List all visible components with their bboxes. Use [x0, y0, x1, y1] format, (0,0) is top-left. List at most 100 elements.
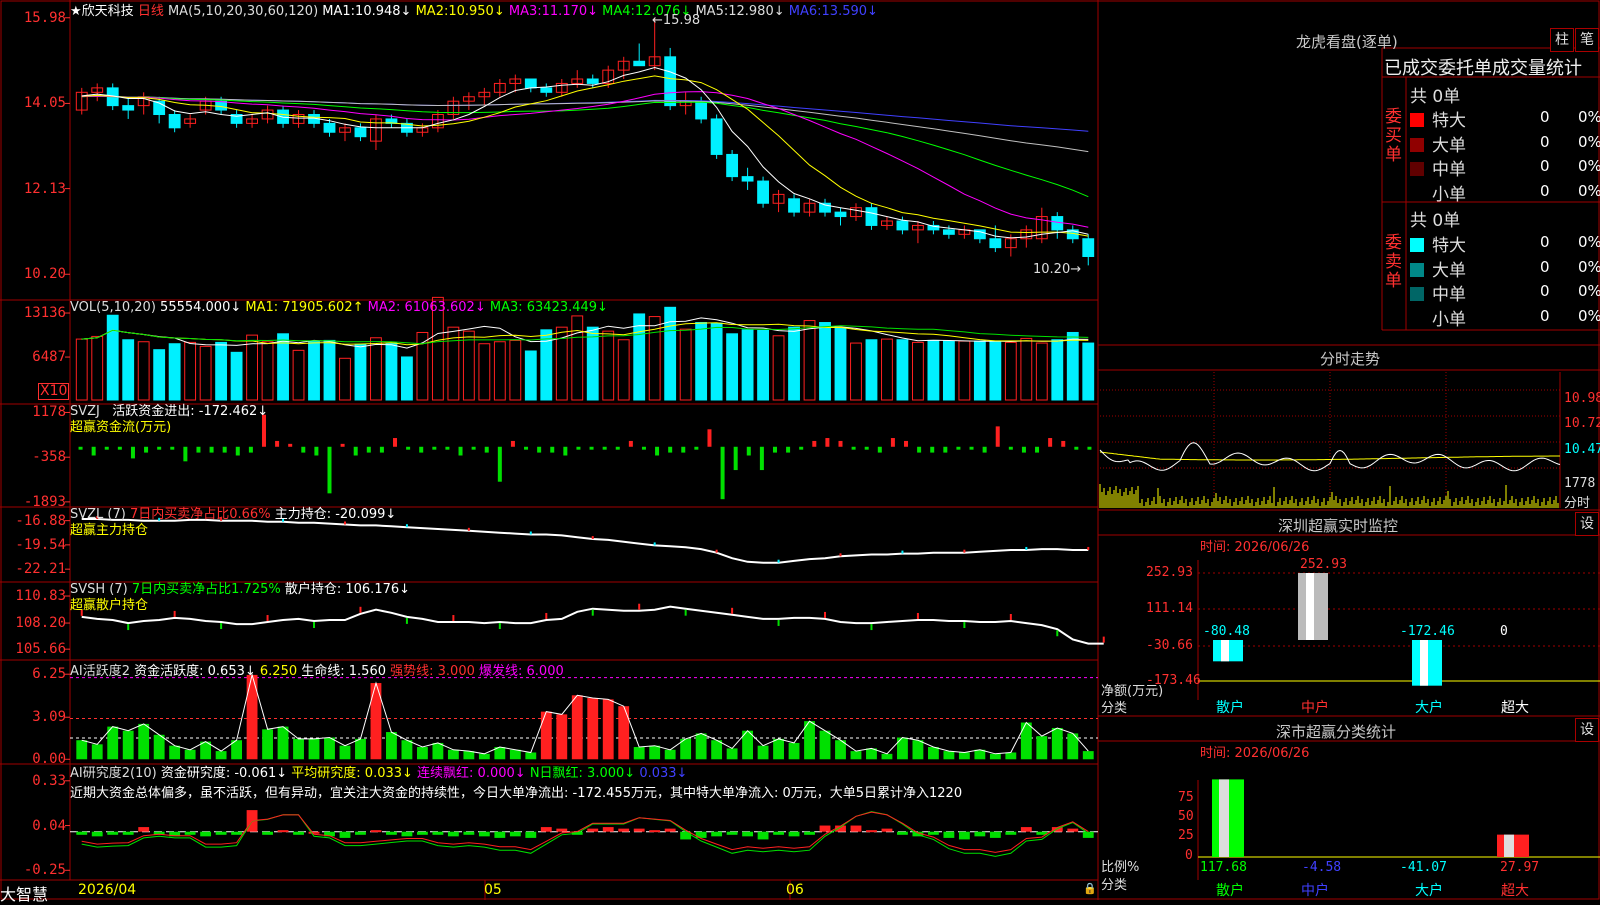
research-bar: [107, 831, 119, 835]
monitor-bar-2: [1412, 640, 1442, 686]
fund-flow-bar: [799, 446, 804, 450]
research-bar: [711, 831, 723, 837]
activity-bar: [571, 695, 583, 760]
class-settings-button[interactable]: 设: [1575, 718, 1599, 742]
fund-flow-bar: [786, 446, 791, 453]
fund-flow-bar: [275, 440, 280, 447]
activity-bar: [664, 749, 676, 760]
axis-label: -0.25: [23, 862, 66, 879]
fund-flow-bar: [537, 446, 542, 453]
class-category-2: 大户: [1415, 883, 1443, 899]
ai-burstline: 爆发线: 6.000: [479, 664, 564, 679]
class-value-2: -41.07: [1400, 860, 1447, 875]
volume-bar: [1066, 331, 1079, 401]
ai-strongline: 强势线: 3.000: [390, 664, 475, 679]
activity-bar: [788, 742, 800, 760]
research-bar: [633, 828, 645, 832]
volume-bar: [850, 342, 862, 401]
favorite-star-icon[interactable]: ★: [70, 4, 82, 19]
research-bar: [587, 828, 599, 832]
class-category-label: 分类: [1101, 878, 1128, 893]
candle-body: [168, 114, 181, 129]
fund-flow-bar: [458, 446, 463, 456]
candle-body: [540, 87, 553, 93]
activity-bar: [386, 732, 397, 760]
holding-tick: [653, 542, 656, 546]
sell-orders-label: 委卖单: [1385, 233, 1402, 291]
svzj-subtitle: 超赢资金流(万元): [70, 420, 172, 435]
volume-bar: [834, 327, 847, 401]
retail-tick: [591, 609, 594, 616]
lock-icon[interactable]: 🔒: [1083, 882, 1097, 895]
monitor-settings-button[interactable]: 设: [1575, 512, 1599, 536]
ma3-value: 11.170↓: [541, 4, 599, 19]
axis-label: 10.20: [23, 266, 66, 283]
activity-bar: [401, 740, 413, 760]
candle-body: [726, 153, 739, 178]
volume-bar: [1035, 342, 1048, 401]
brand-logo[interactable]: 大智慧: [0, 881, 48, 905]
ma6-value: 13.590↓: [821, 4, 878, 19]
activity-bar: [1036, 736, 1048, 760]
intraday-axis-3: 1778: [1564, 476, 1596, 491]
volume-bar: [1082, 342, 1095, 401]
retail-tick: [777, 619, 780, 626]
tick-mode-button[interactable]: 笔: [1575, 28, 1599, 52]
fund-flow-bar: [877, 446, 882, 453]
activity-bar: [277, 726, 289, 760]
ai-research-panel[interactable]: [70, 810, 1098, 857]
candle-body: [741, 176, 754, 182]
color-swatch: [1410, 311, 1424, 326]
class-category-1: 中户: [1301, 883, 1329, 899]
buy-row-0: 特大: [1410, 106, 1466, 131]
activity-bar: [587, 698, 599, 760]
fund-flow-bar: [1021, 446, 1026, 453]
svzj-label: 活跃资金进出: -172.462↓: [112, 404, 269, 419]
candle-body: [122, 105, 135, 111]
fund-flow-bar: [1061, 440, 1066, 447]
fund-flow-bar: [170, 446, 175, 450]
activity-bar: [169, 745, 181, 760]
monitor-value-2: -172.46: [1400, 624, 1455, 639]
row-name: 小单: [1432, 309, 1466, 330]
volume-bar: [354, 343, 367, 401]
class-bar-highlight: [1219, 779, 1229, 857]
fund-flow-bar: [956, 446, 961, 450]
intraday-axis-1: 10.72: [1564, 416, 1600, 431]
research-bar: [494, 831, 506, 838]
buy-row-2: 中单: [1410, 155, 1466, 180]
axis-label: 105.66: [15, 641, 66, 658]
ai-research-consec: 连续飘红: 0.000↓: [417, 766, 526, 781]
monitor-bar-highlight: [1420, 640, 1428, 686]
activity-bar: [138, 723, 150, 760]
volume-bar: [602, 330, 615, 401]
axis-label: -22.21: [15, 561, 66, 578]
period-label[interactable]: 日线: [138, 4, 164, 19]
activity-bar: [927, 747, 939, 760]
activity-bar: [912, 740, 924, 760]
ma1-value: 10.948↓: [355, 4, 412, 19]
color-swatch: [1410, 186, 1424, 201]
price-panel[interactable]: [75, 17, 1095, 266]
holding-tick: [405, 524, 408, 528]
ai-activity-panel[interactable]: [70, 672, 1098, 760]
activity-bar: [463, 751, 475, 760]
fund-flow-bar: [746, 446, 751, 456]
buy-orders-label: 委买单: [1385, 107, 1402, 165]
volume-bar: [184, 341, 197, 401]
sell-row-3: 小单: [1410, 305, 1466, 330]
axis-label: 1178: [32, 404, 66, 421]
bar-mode-button[interactable]: 柱: [1550, 28, 1574, 52]
row-count: 0: [1540, 306, 1550, 325]
volume-bar: [741, 329, 754, 401]
activity-bar: [184, 749, 196, 760]
axis-label: -16.88: [15, 512, 66, 529]
row-percent: 0%: [1578, 306, 1600, 325]
research-bar: [819, 825, 831, 832]
svsh-header: SVSH (7) 7日内买卖净占比1.725% 散户持仓: 106.176↓ 超…: [70, 582, 410, 614]
fund-flow-bar: [890, 438, 895, 447]
volume-bar: [1004, 341, 1017, 401]
research-bar: [680, 831, 692, 840]
research-bar: [927, 831, 939, 835]
volume-unit-badge[interactable]: X10: [38, 383, 70, 400]
